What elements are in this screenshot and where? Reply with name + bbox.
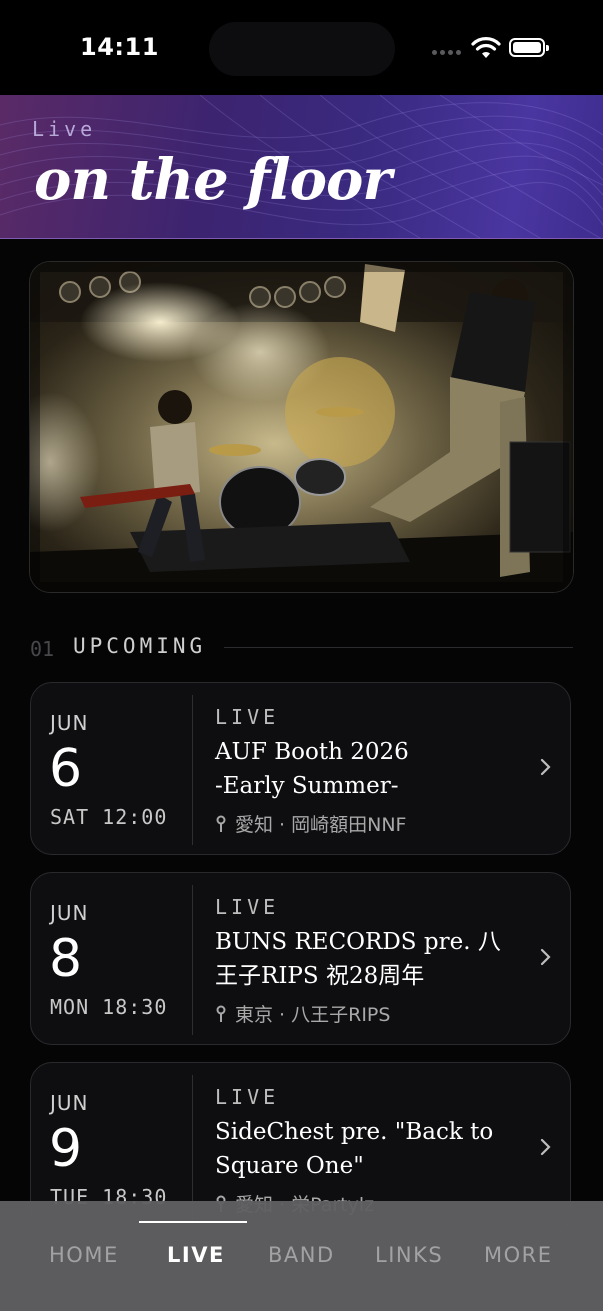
section-title: UPCOMING [73,634,207,658]
event-title-line-2: -Early Summer- [215,773,399,799]
location-pin-icon [216,1005,226,1022]
event-weekday-time: SAT 12:00 [50,805,168,829]
event-month: JUN [50,901,89,925]
event-title: SideChest pre. "Back to Square One" [215,1115,515,1183]
event-title-line-1: SideChest pre. "Back to [215,1119,494,1145]
event-day: 8 [49,929,83,989]
event-month: JUN [50,1091,89,1115]
active-tab-indicator [139,1221,247,1223]
event-venue: 愛知 · 岡崎額田NNF [215,810,406,837]
event-title-line-1: AUF Booth 2026 [215,739,409,765]
event-card[interactable]: JUN 6 SAT 12:00 LIVE AUF Booth 2026 -Ear… [30,682,571,855]
tab-more[interactable]: MORE [484,1243,553,1267]
section-divider [224,647,573,648]
hero-concert-photo [30,262,573,592]
tab-links[interactable]: LINKS [375,1243,443,1267]
section-number: 01 [30,637,55,661]
event-venue-text: 愛知 · 岡崎額田NNF [235,814,407,836]
tab-home[interactable]: HOME [49,1243,119,1267]
event-title-line-2: 王子RIPS 祝28周年 [215,963,425,989]
event-day: 9 [49,1119,83,1179]
event-card[interactable]: JUN 8 MON 18:30 LIVE BUNS RECORDS pre. 八… [30,872,571,1045]
location-pin-icon [216,815,226,832]
page-header-banner: Live on the floor [0,95,603,239]
event-venue: 東京 · 八王子RIPS [215,1000,390,1027]
tab-band[interactable]: BAND [268,1243,335,1267]
status-time: 14:11 [80,33,159,61]
event-venue-text: 東京 · 八王子RIPS [235,1004,391,1026]
event-kind: LIVE [215,895,280,919]
event-weekday-time: MON 18:30 [50,995,168,1019]
dynamic-island [209,22,395,76]
chevron-right-icon [540,948,551,966]
concert-stage-illustration [30,262,573,592]
card-divider [192,885,193,1035]
chevron-right-icon [540,1138,551,1156]
battery-icon [509,38,549,57]
event-kind: LIVE [215,705,280,729]
cellular-signal-icon [432,50,464,58]
event-title: BUNS RECORDS pre. 八 王子RIPS 祝28周年 [215,925,515,993]
page-title: on the floor [34,147,392,213]
card-divider [192,695,193,845]
tab-live[interactable]: LIVE [167,1243,225,1267]
chevron-right-icon [540,758,551,776]
status-bar: 14:11 [0,0,603,95]
event-title: AUF Booth 2026 -Early Summer- [215,735,515,803]
wifi-icon [471,37,501,58]
event-title-line-1: BUNS RECORDS pre. 八 [215,929,501,955]
page-subtitle: Live [32,117,97,141]
event-month: JUN [50,711,89,735]
event-day: 6 [49,739,83,799]
event-kind: LIVE [215,1085,280,1109]
bottom-tab-bar: HOME LIVE BAND LINKS MORE [0,1201,603,1311]
event-title-line-2: Square One" [215,1153,364,1179]
